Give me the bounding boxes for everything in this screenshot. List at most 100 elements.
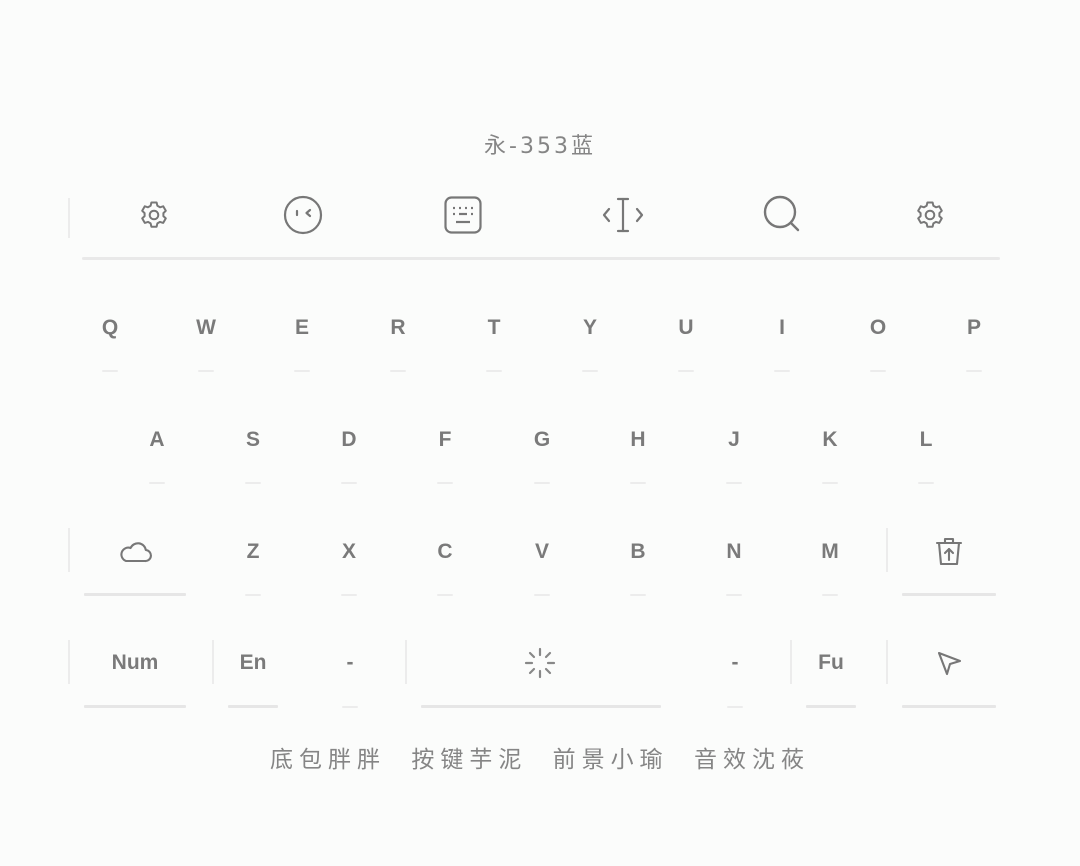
key-label: H: [630, 428, 646, 451]
key-divider: [102, 370, 118, 372]
key-g[interactable]: G: [512, 396, 572, 484]
key-label: E: [294, 316, 309, 339]
emoji-button[interactable]: [263, 184, 343, 246]
key-divider: [726, 482, 742, 484]
send-arrow-icon: [937, 651, 962, 676]
key-n[interactable]: N: [704, 508, 764, 596]
key-label: U: [678, 316, 694, 339]
key-h[interactable]: H: [608, 396, 668, 484]
key-a[interactable]: A: [127, 396, 187, 484]
key-divider: [198, 370, 214, 372]
key-label: I: [779, 316, 785, 339]
cloud-key[interactable]: [68, 506, 202, 596]
key-label: X: [341, 540, 356, 563]
key-l[interactable]: L: [896, 396, 956, 484]
key-x[interactable]: X: [319, 508, 379, 596]
key-label: C: [437, 540, 453, 563]
key-y[interactable]: Y: [560, 284, 620, 372]
key-label: W: [196, 316, 216, 339]
key-divider: [822, 482, 838, 484]
key-divider: [630, 482, 646, 484]
cursor-move-button[interactable]: [583, 184, 663, 246]
key-divider: [421, 705, 661, 708]
key-label: M: [821, 540, 839, 563]
key-label: D: [341, 428, 357, 451]
key-divider: [774, 370, 790, 372]
key-divider: [582, 370, 598, 372]
theme-title: 永-353蓝: [484, 134, 596, 159]
key-divider: [486, 370, 502, 372]
delete-key[interactable]: [886, 506, 1012, 596]
credit-item: 前景小瑜: [552, 747, 669, 773]
key-label: Y: [582, 316, 597, 339]
key-t[interactable]: T: [464, 284, 524, 372]
key-c[interactable]: C: [415, 508, 475, 596]
num-key[interactable]: Num: [68, 618, 202, 708]
key-label: S: [245, 428, 260, 451]
key-z[interactable]: Z: [223, 508, 283, 596]
key-e[interactable]: E: [272, 284, 332, 372]
key-side-divider: [212, 640, 214, 684]
key-r[interactable]: R: [368, 284, 428, 372]
credit-item: 音效沈莜: [693, 747, 810, 773]
key-divider: [726, 594, 742, 596]
search-button[interactable]: [743, 184, 823, 246]
key-side-divider: [405, 640, 407, 684]
key-divider: [822, 594, 838, 596]
key-divider: [630, 594, 646, 596]
key-label: O: [869, 316, 887, 339]
key-divider: [806, 705, 856, 708]
settings-button-right[interactable]: [890, 184, 970, 246]
key-divider: [534, 482, 550, 484]
key-divider: [870, 370, 886, 372]
key-label: P: [966, 316, 981, 339]
key-s[interactable]: S: [223, 396, 283, 484]
key-m[interactable]: M: [800, 508, 860, 596]
en-key[interactable]: En: [212, 618, 294, 708]
settings-button[interactable]: [114, 184, 194, 246]
key-i[interactable]: I: [752, 284, 812, 372]
key-divider: [228, 705, 278, 708]
fu-key[interactable]: Fu: [790, 618, 872, 708]
key-label: V: [534, 540, 549, 563]
dash-key-right[interactable]: -: [705, 618, 765, 708]
key-j[interactable]: J: [704, 396, 764, 484]
key-divider: [727, 706, 743, 708]
key-label: Num: [111, 651, 159, 674]
key-divider: [534, 594, 550, 596]
key-label: F: [438, 428, 452, 451]
key-divider: [678, 370, 694, 372]
key-p[interactable]: P: [944, 284, 1004, 372]
key-divider: [294, 370, 310, 372]
key-label: J: [728, 428, 740, 451]
key-f[interactable]: F: [415, 396, 475, 484]
key-label: Fu: [818, 651, 844, 674]
key-divider: [84, 593, 186, 596]
space-key[interactable]: [405, 618, 675, 708]
key-label: T: [487, 316, 501, 339]
cursor-move-icon: [602, 197, 644, 233]
key-w[interactable]: W: [176, 284, 236, 372]
key-divider: [149, 482, 165, 484]
key-b[interactable]: B: [608, 508, 668, 596]
key-d[interactable]: D: [319, 396, 379, 484]
key-q[interactable]: Q: [80, 284, 140, 372]
enter-key[interactable]: [886, 618, 1012, 708]
key-o[interactable]: O: [848, 284, 908, 372]
key-divider: [84, 705, 186, 708]
credit-item: 底包胖胖: [270, 747, 387, 773]
key-divider: [902, 593, 996, 596]
dash-key-left[interactable]: -: [320, 618, 380, 708]
keyboard-button[interactable]: [423, 184, 503, 246]
settings-icon: [917, 201, 943, 228]
key-v[interactable]: V: [512, 508, 572, 596]
credits: 底包胖胖 按键芋泥 前景小瑜 音效沈莜: [0, 740, 1080, 774]
key-side-divider: [886, 528, 888, 572]
key-k[interactable]: K: [800, 396, 860, 484]
delete-icon: [935, 537, 963, 566]
key-divider: [902, 705, 996, 708]
key-label: -: [346, 651, 354, 674]
key-label: N: [726, 540, 742, 563]
key-u[interactable]: U: [656, 284, 716, 372]
key-divider: [341, 482, 357, 484]
